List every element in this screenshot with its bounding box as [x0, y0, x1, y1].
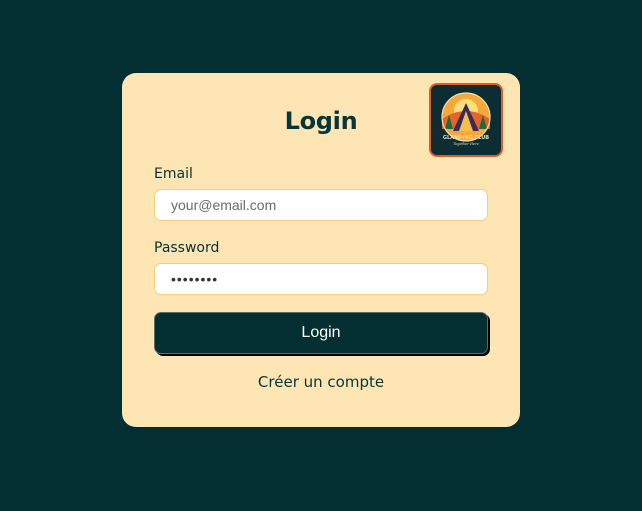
password-field[interactable]: [154, 263, 488, 295]
svg-text:GLAMPING CLUB: GLAMPING CLUB: [443, 135, 489, 141]
glamping-club-logo-icon: GLAMPING CLUB Together Here: [429, 83, 503, 157]
login-button[interactable]: Login: [154, 312, 488, 354]
login-card: Login GLAMPING CLUB Together Here Email …: [122, 73, 520, 427]
svg-text:Together Here: Together Here: [453, 142, 479, 146]
register-link[interactable]: Créer un compte: [122, 373, 520, 391]
email-field[interactable]: [154, 189, 488, 221]
password-label: Password: [154, 240, 220, 256]
email-label: Email: [154, 166, 193, 182]
